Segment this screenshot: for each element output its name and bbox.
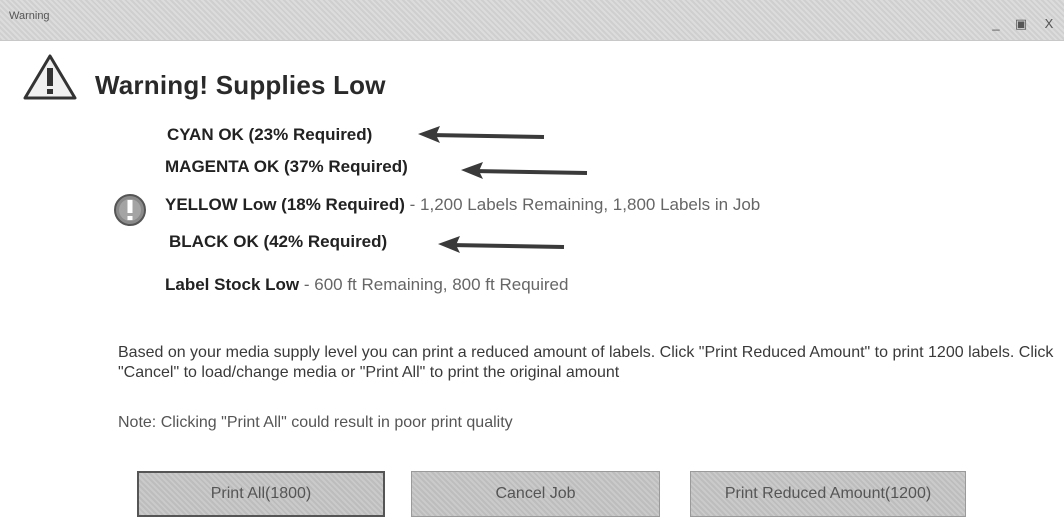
supply-label-stock: Label Stock Low - 600 ft Remaining, 800 …	[165, 275, 568, 295]
arrow-left-icon	[418, 126, 545, 143]
print-reduced-button[interactable]: Print Reduced Amount(1200)	[690, 471, 966, 517]
exclamation-circle-icon	[114, 194, 146, 226]
supply-cyan-status: CYAN OK (23% Required)	[167, 125, 373, 144]
cancel-job-button[interactable]: Cancel Job	[411, 471, 660, 517]
print-all-button[interactable]: Print All(1800)	[137, 471, 385, 517]
supply-black: BLACK OK (42% Required)	[169, 232, 387, 252]
supply-yellow-status: YELLOW Low (18% Required)	[165, 195, 405, 214]
message-note: Note: Clicking "Print All" could result …	[118, 414, 513, 431]
label-stock-status: Label Stock Low	[165, 275, 300, 294]
window-titlebar[interactable]: Warning _ ▣ X	[0, 0, 1064, 41]
supply-magenta-status: MAGENTA OK (37% Required)	[165, 157, 408, 176]
warning-triangle-icon	[23, 54, 77, 100]
close-icon[interactable]: X	[1042, 17, 1056, 31]
window-title: Warning	[9, 10, 50, 22]
supply-magenta: MAGENTA OK (37% Required)	[165, 157, 408, 177]
message-body: Based on your media supply level you can…	[118, 344, 1054, 381]
supply-black-status: BLACK OK (42% Required)	[169, 232, 388, 251]
minimize-icon[interactable]: _	[989, 17, 1003, 31]
maximize-icon[interactable]: ▣	[1014, 17, 1028, 31]
dialog-title: Warning! Supplies Low	[95, 70, 386, 100]
supply-yellow: YELLOW Low (18% Required) - 1,200 Labels…	[165, 195, 760, 215]
supply-cyan: CYAN OK (23% Required)	[167, 125, 372, 145]
arrow-left-icon	[461, 162, 588, 179]
supply-yellow-detail: - 1,200 Labels Remaining, 1,800 Labels i…	[404, 195, 761, 214]
label-stock-detail: - 600 ft Remaining, 800 ft Required	[299, 275, 569, 294]
arrow-left-icon	[438, 236, 565, 253]
